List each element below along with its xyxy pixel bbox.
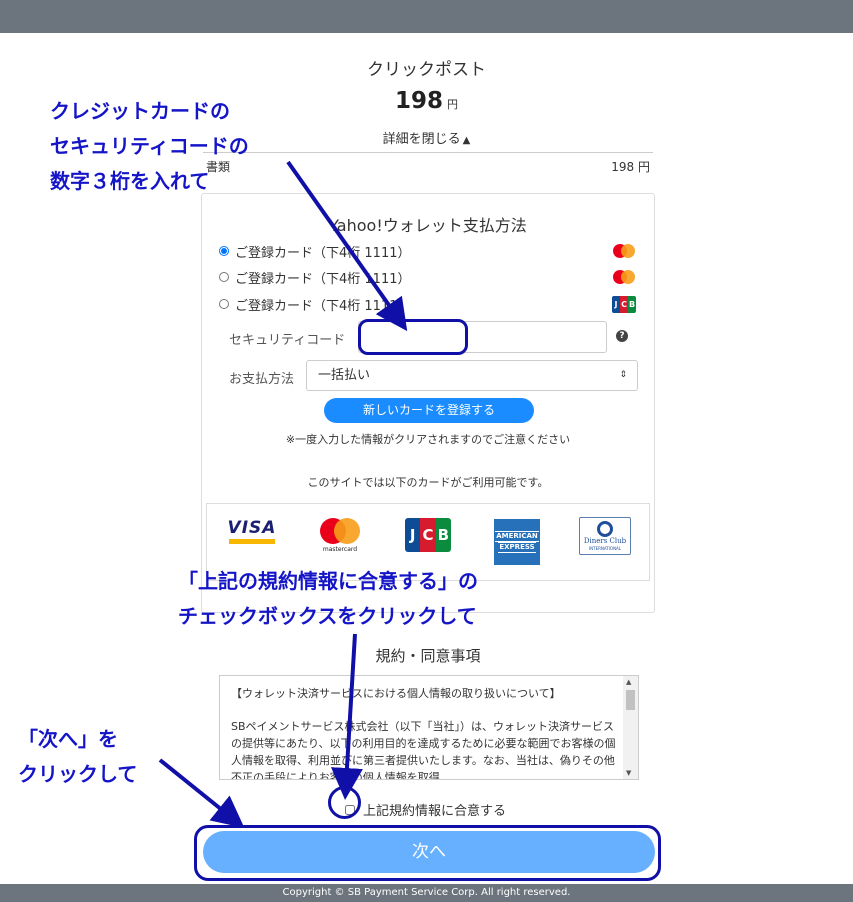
toggle-details-label: 詳細を閉じる [382, 132, 461, 147]
service-name: クリックポスト [367, 60, 486, 80]
jcb-icon: J C B [611, 295, 637, 313]
instruction-note-next: 「次へ」を クリックして [18, 727, 138, 786]
checkbox-highlight [328, 786, 361, 819]
divider [203, 152, 653, 153]
card-option-1[interactable]: ご登録カード（下4桁 1111） [219, 241, 411, 261]
item-price: 198 円 [611, 160, 650, 174]
terms-heading: 【ウォレット決済サービスにおける個人情報の取り扱いについて】 [231, 687, 561, 700]
next-button-highlight [194, 825, 661, 881]
payment-method-value: 一括払い [318, 368, 371, 383]
card-label-1: ご登録カード（下4桁 1111） [235, 245, 411, 261]
wallet-title: Yahoo!ウォレット支払方法 [329, 216, 527, 235]
agree-terms-row[interactable]: 上記規約情報に合意する [345, 800, 506, 819]
security-code-highlight [358, 319, 468, 355]
clear-notice: ※一度入力した情報がクリアされますのでご注意ください [285, 433, 571, 446]
instruction-note-agree: 「上記の規約情報に合意する」の チェックボックスをクリックして [178, 569, 478, 628]
payment-method-label: お支払方法 [229, 372, 295, 387]
terms-scrollbar[interactable]: ▲ ▼ [623, 676, 638, 779]
select-arrows-icon: ⇕ [619, 370, 627, 380]
diners-logo-icon: Diners Club INTERNATIONAL [579, 517, 631, 555]
scroll-up-icon[interactable]: ▲ [626, 678, 631, 686]
visa-logo-icon: VISA [227, 517, 277, 549]
card-label-2: ご登録カード（下4桁 1111） [235, 271, 411, 287]
terms-scroll-box[interactable]: 【ウォレット決済サービスにおける個人情報の取り扱いについて】 SBペイメントサー… [219, 675, 639, 780]
amex-logo-icon: AMERICAN EXPRESS [494, 519, 540, 565]
price-amount: 198 [394, 88, 443, 114]
footer-copyright: Copyright © SB Payment Service Corp. All… [0, 884, 853, 902]
agree-terms-label: 上記規約情報に合意する [363, 804, 507, 819]
card-radio-3[interactable] [219, 299, 229, 309]
mastercard-icon [611, 268, 637, 286]
scroll-down-icon[interactable]: ▼ [626, 769, 631, 777]
payment-method-select[interactable]: 一括払い ⇕ [306, 360, 638, 391]
scroll-thumb[interactable] [626, 690, 635, 710]
card-option-2[interactable]: ご登録カード（下4桁 1111） [219, 267, 411, 287]
mastercard-icon [611, 242, 637, 260]
price-unit: 円 [447, 98, 458, 111]
security-code-label: セキュリティコード [229, 333, 346, 348]
card-radio-2[interactable] [219, 272, 229, 282]
top-bar [0, 0, 853, 33]
card-radio-1[interactable] [219, 246, 229, 256]
card-label-3: ご登録カード（下4桁 1111） [235, 298, 411, 314]
mastercard-logo-icon: mastercard [318, 518, 362, 556]
available-cards-text: このサイトでは以下のカードがご利用可能です。 [307, 476, 549, 489]
chevron-up-icon: ▲ [462, 135, 471, 146]
help-icon[interactable]: ? [616, 330, 628, 342]
jcb-logo-icon: J C B [405, 518, 451, 552]
register-new-card-button[interactable]: 新しいカードを登録する [324, 398, 534, 423]
terms-body: SBペイメントサービス株式会社（以下「当社」）は、ウォレット決済サービスの提供等… [231, 720, 616, 780]
card-option-3[interactable]: ご登録カード（下4桁 1111） [219, 294, 411, 314]
instruction-note-security: クレジットカードの セキュリティコードの 数字３桁を入れて [50, 99, 249, 193]
terms-title: 規約・同意事項 [375, 647, 481, 665]
